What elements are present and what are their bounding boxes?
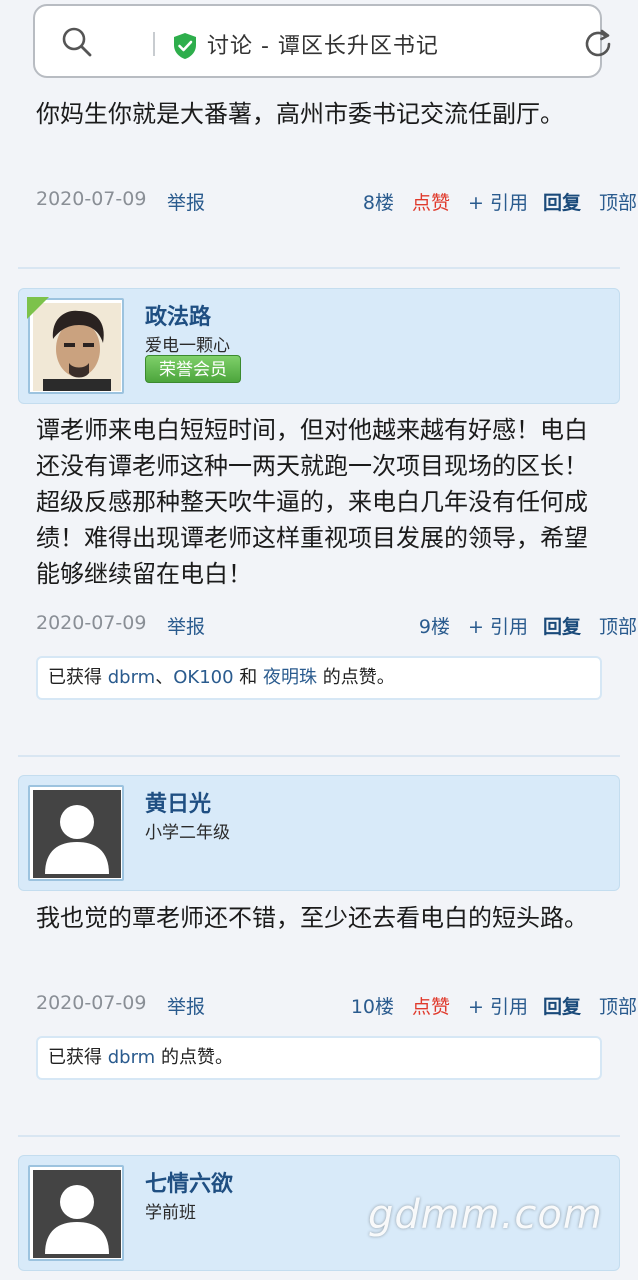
user-level: 小学二年级 [145,823,230,843]
reply-button[interactable]: 回复 [543,188,581,215]
user-level: 学前班 [145,1203,196,1223]
floor-number[interactable]: 9楼 [382,612,450,639]
address-bar[interactable]: 讨论 - 谭区长升区书记 [33,4,611,78]
default-avatar-icon [33,790,121,878]
refresh-icon[interactable] [581,27,615,61]
page-title: 讨论 - 谭区长升区书记 [207,34,439,59]
quote-button[interactable]: + 引用 [468,188,528,215]
reply-button[interactable]: 回复 [543,992,581,1019]
liker-link[interactable]: dbrm [108,1047,155,1068]
floor-number[interactable]: 8楼 [326,188,394,215]
report-link[interactable]: 举报 [167,188,205,215]
user-level: 爱电一颗心 [145,336,230,356]
back-to-top-link[interactable]: 顶部 [599,992,637,1019]
likes-prefix: 已获得 [48,667,102,688]
post-meta: 2020-07-09 举报 8楼 点赞 + 引用 回复 顶部 [36,188,637,218]
likes-summary: 已获得 dbrm 的点赞。 [36,1036,602,1080]
post-content: 谭老师来电白短短时间，但对他越来越有好感！电白还没有谭老师这种一两天就跑一次项目… [36,416,588,588]
default-avatar-icon [33,1170,121,1258]
user-info-box: 政法路 爱电一颗心 荣誉会员 [18,288,620,404]
post-separator [18,1135,620,1137]
report-link[interactable]: 举报 [167,992,205,1019]
post-content: 你妈生你就是大番薯，高州市委书记交流任副厅。 [36,100,564,128]
post-content: 我也觉的覃老师还不错，至少还去看电白的短头路。 [36,904,588,932]
quote-button[interactable]: + 引用 [468,992,528,1019]
liker-link[interactable]: 夜明珠 [263,667,317,688]
likes-suffix: 的点赞。 [155,1047,233,1068]
user-info-box: 黄日光 小学二年级 [18,775,620,891]
username[interactable]: 黄日光 [145,786,211,818]
liker-link[interactable]: OK100 [173,667,233,688]
like-button[interactable]: 点赞 [412,992,450,1019]
site-watermark: gdmm.com [368,1192,603,1238]
back-to-top-link[interactable]: 顶部 [599,612,637,639]
shield-check-icon [174,33,196,59]
search-icon[interactable] [61,26,93,58]
likes-separator: 、 [155,667,174,688]
back-to-top-link[interactable]: 顶部 [599,188,637,215]
quote-button[interactable]: + 引用 [468,612,528,639]
reply-button[interactable]: 回复 [543,612,581,639]
floor-number[interactable]: 10楼 [326,992,394,1019]
username[interactable]: 政法路 [145,299,211,331]
post-date: 2020-07-09 [36,992,147,1014]
likes-separator: 和 [233,667,263,688]
likes-suffix: 的点赞。 [317,667,395,688]
liker-link[interactable]: dbrm [108,667,155,688]
browser-top-bar: 讨论 - 谭区长升区书记 [0,0,638,100]
post-separator [18,267,620,269]
likes-summary: 已获得 dbrm、OK100 和 夜明珠 的点赞。 [36,656,602,700]
corner-tag-icon [27,297,49,319]
honor-member-badge: 荣誉会员 [145,355,241,383]
post-meta: 2020-07-09 举报 10楼 点赞 + 引用 回复 顶部 [36,992,637,1022]
post-meta: 2020-07-09 举报 9楼 + 引用 回复 顶部 [36,612,637,642]
post-date: 2020-07-09 [36,188,147,210]
post-separator [18,755,620,757]
like-button[interactable]: 点赞 [412,188,450,215]
avatar[interactable] [28,1165,124,1261]
report-link[interactable]: 举报 [167,612,205,639]
avatar[interactable] [28,785,124,881]
address-divider [153,32,155,56]
likes-prefix: 已获得 [48,1047,108,1068]
post-date: 2020-07-09 [36,612,147,634]
username[interactable]: 七情六欲 [145,1166,233,1198]
